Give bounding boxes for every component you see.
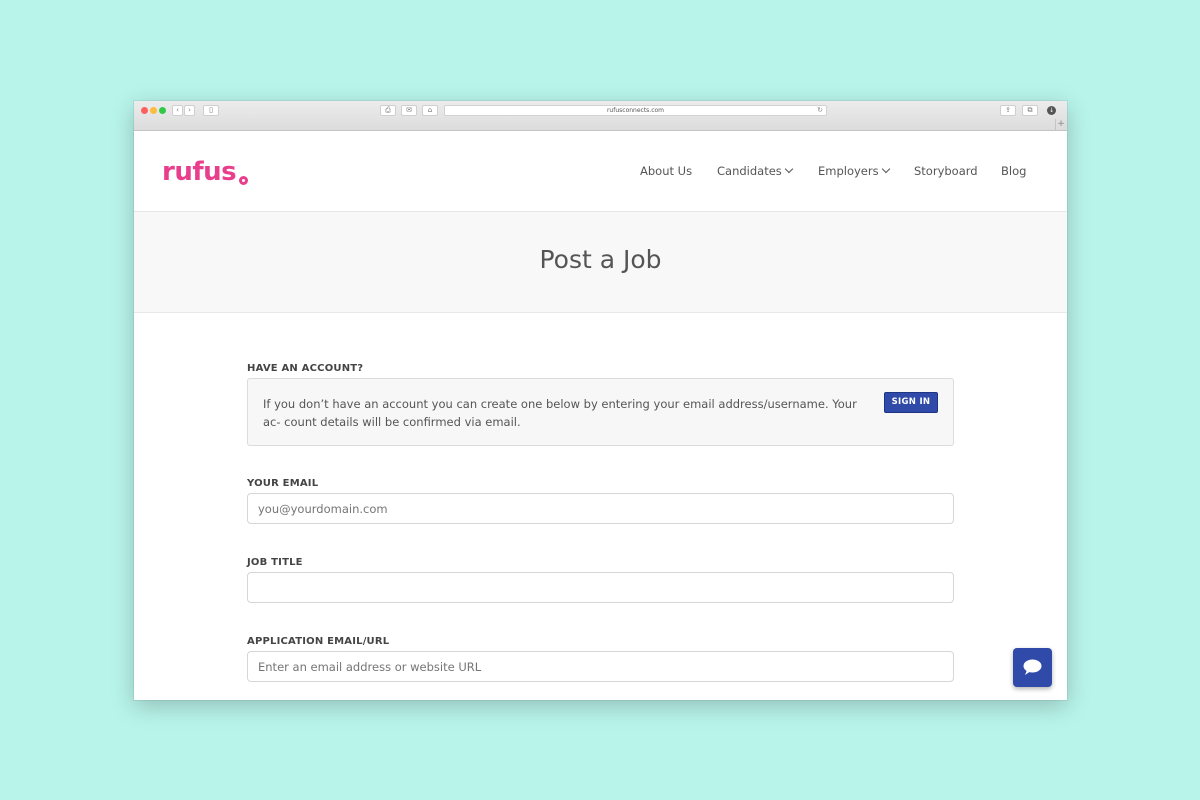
page-title-band: Post a Job bbox=[134, 212, 1067, 313]
application-label: APPLICATION EMAIL/URL bbox=[247, 636, 390, 647]
nav-label: Storyboard bbox=[914, 164, 978, 178]
account-notice: If you don’t have an account you can cre… bbox=[247, 378, 954, 446]
nav-label: About Us bbox=[640, 164, 693, 178]
nav-label: Candidates bbox=[717, 164, 782, 178]
print-icon[interactable]: ⎙ bbox=[380, 105, 396, 116]
chevron-down-icon bbox=[881, 164, 890, 174]
sign-in-button[interactable]: SIGN IN bbox=[884, 392, 938, 413]
account-label: HAVE AN ACCOUNT? bbox=[247, 363, 364, 374]
close-window-button[interactable] bbox=[141, 107, 148, 114]
account-notice-text: If you don’t have an account you can cre… bbox=[263, 397, 857, 429]
home-icon[interactable]: ⌂ bbox=[422, 105, 438, 116]
sidebar-icon[interactable]: ▯ bbox=[203, 105, 219, 116]
back-icon[interactable]: ‹ bbox=[172, 105, 183, 116]
logo[interactable]: rufus bbox=[162, 157, 237, 187]
forward-icon[interactable]: › bbox=[184, 105, 195, 116]
new-tab-icon[interactable]: + bbox=[1055, 119, 1066, 130]
share-icon[interactable]: ⇪ bbox=[1000, 105, 1016, 116]
chevron-down-icon bbox=[784, 164, 794, 174]
site-header: rufus About Us Candidates Employers Stor… bbox=[134, 131, 1067, 212]
application-email-url-field[interactable] bbox=[247, 651, 954, 682]
browser-window: ‹ › ▯ ⎙ ✉ ⌂ rufusconnects.com ↻ ⇪ ⧉ ↓ + … bbox=[134, 101, 1067, 700]
zoom-window-button[interactable] bbox=[159, 107, 166, 114]
nav-item-about-us[interactable]: About Us bbox=[640, 164, 692, 178]
reload-icon[interactable]: ↻ bbox=[817, 106, 823, 115]
url-text: rufusconnects.com bbox=[606, 107, 665, 114]
nav-item-candidates[interactable]: Candidates bbox=[717, 164, 794, 178]
nav-label: Blog bbox=[1001, 164, 1027, 178]
chat-bubble-icon bbox=[1023, 659, 1042, 675]
page-title: Post a Job bbox=[539, 245, 662, 274]
job-title-label: JOB TITLE bbox=[247, 557, 303, 568]
job-title-field[interactable] bbox=[247, 572, 954, 603]
email-label: YOUR EMAIL bbox=[247, 478, 319, 489]
nav-label: Employers bbox=[818, 164, 879, 178]
email-field[interactable] bbox=[247, 493, 954, 524]
minimize-window-button[interactable] bbox=[150, 107, 157, 114]
mail-icon[interactable]: ✉ bbox=[401, 105, 417, 116]
nav-item-employers[interactable]: Employers bbox=[818, 164, 890, 178]
browser-toolbar: ‹ › ▯ ⎙ ✉ ⌂ rufusconnects.com ↻ ⇪ ⧉ ↓ + bbox=[134, 101, 1067, 131]
chat-button[interactable] bbox=[1013, 648, 1052, 687]
tabs-icon[interactable]: ⧉ bbox=[1022, 105, 1038, 116]
logo-mark-icon bbox=[239, 176, 248, 185]
address-bar[interactable]: rufusconnects.com ↻ bbox=[444, 105, 827, 116]
nav-item-storyboard[interactable]: Storyboard bbox=[914, 164, 978, 178]
download-icon[interactable]: ↓ bbox=[1047, 106, 1056, 115]
nav-item-blog[interactable]: Blog bbox=[1001, 164, 1026, 178]
